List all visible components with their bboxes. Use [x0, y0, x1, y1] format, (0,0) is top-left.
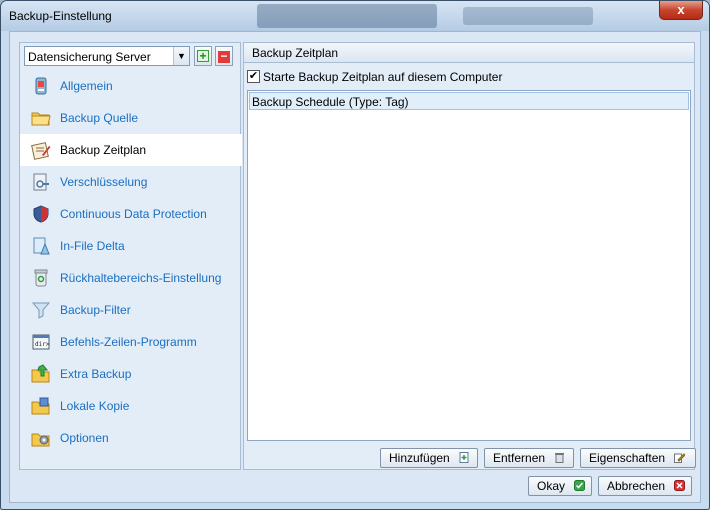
okay-button[interactable]: Okay: [528, 476, 592, 496]
nav-item-label: Optionen: [60, 431, 109, 445]
backup-set-selected-value: Datensicherung Server: [28, 50, 151, 64]
check-icon: [574, 480, 586, 491]
list-item-label: Backup Schedule (Type: Tag): [252, 95, 409, 109]
nav-item-backup-quelle[interactable]: Backup Quelle: [20, 102, 240, 134]
nav-item-label: Verschlüsselung: [60, 175, 148, 189]
nav-item-continuous-data-protection[interactable]: Continuous Data Protection: [20, 198, 240, 230]
nav-item-label: Backup Quelle: [60, 111, 139, 125]
delta-icon: [33, 237, 50, 255]
add-backup-set-button[interactable]: +: [194, 46, 212, 66]
command-line-icon: dir>: [32, 334, 50, 350]
backup-settings-window: Backup-Einstellung x Datensicherung Serv…: [0, 0, 710, 510]
general-icon: [35, 77, 47, 95]
remove-backup-set-button[interactable]: −: [215, 46, 233, 66]
local-copy-icon: [31, 397, 50, 415]
nav-item-verschluesselung[interactable]: Verschlüsselung: [20, 166, 240, 198]
svg-text:dir>: dir>: [35, 341, 50, 348]
panel-header: Backup Zeitplan: [244, 43, 694, 63]
nav-item-label: Befehls-Zeilen-Programm: [60, 335, 197, 349]
filter-icon: [31, 302, 51, 319]
plus-icon: +: [197, 50, 209, 62]
trash-icon: [555, 453, 565, 463]
nav-item-label: Backup Zeitplan: [60, 143, 147, 157]
nav-item-label: Continuous Data Protection: [60, 207, 207, 221]
minus-icon: −: [218, 50, 230, 63]
encryption-icon: [33, 173, 49, 191]
nav-item-lokale-kopie[interactable]: Lokale Kopie: [20, 390, 240, 422]
window-title: Backup-Einstellung: [9, 9, 112, 23]
nav-item-allgemein[interactable]: Allgemein: [20, 70, 240, 102]
enable-schedule-label: Starte Backup Zeitplan auf diesem Comput…: [263, 70, 503, 84]
nav-item-label: In-File Delta: [60, 239, 125, 253]
nav-item-label: Allgemein: [60, 79, 113, 93]
okay-label: Okay: [537, 479, 566, 493]
nav-item-optionen[interactable]: Optionen: [20, 422, 240, 454]
options-icon: [31, 433, 50, 447]
nav-item-rueckhaltebereichs-einstellung[interactable]: Rückhaltebereichs-Einstellung: [20, 262, 240, 294]
nav-item-befehls-zeilen-programm[interactable]: dir> Befehls-Zeilen-Programm: [20, 326, 240, 358]
remove-schedule-button[interactable]: Entfernen: [484, 448, 574, 468]
nav-item-extra-backup[interactable]: Extra Backup: [20, 358, 240, 390]
backup-set-select[interactable]: Datensicherung Server ▼: [24, 46, 190, 66]
nav-item-label: Lokale Kopie: [60, 399, 130, 413]
settings-nav-list: Allgemein Backup Quelle Backup Zeitplan …: [20, 70, 242, 454]
chevron-down-icon[interactable]: ▼: [173, 47, 189, 65]
properties-button[interactable]: Eigenschaften: [580, 448, 696, 468]
nav-item-backup-filter[interactable]: Backup-Filter: [20, 294, 240, 326]
settings-navigation-panel: Datensicherung Server ▼ + − Allgemein Ba…: [19, 42, 242, 470]
close-button[interactable]: x: [659, 1, 703, 20]
enable-schedule-checkbox[interactable]: ✔: [247, 70, 260, 83]
list-item[interactable]: Backup Schedule (Type: Tag): [249, 92, 689, 110]
panel-title: Backup Zeitplan: [252, 46, 339, 60]
cancel-button[interactable]: Abbrechen: [598, 476, 692, 496]
shield-icon: [33, 205, 49, 223]
nav-item-backup-zeitplan[interactable]: Backup Zeitplan: [20, 134, 242, 166]
schedule-list[interactable]: Backup Schedule (Type: Tag): [247, 90, 691, 441]
title-bar[interactable]: Backup-Einstellung x: [1, 1, 709, 31]
edit-icon: [674, 453, 686, 463]
folder-icon: [31, 112, 51, 126]
background-window-ghost: [257, 4, 437, 28]
recycle-bin-icon: [34, 269, 48, 287]
add-schedule-label: Hinzufügen: [389, 451, 450, 465]
dialog-client-area: Datensicherung Server ▼ + − Allgemein Ba…: [9, 31, 701, 503]
add-schedule-button[interactable]: Hinzufügen: [380, 448, 478, 468]
nav-item-label: Backup-Filter: [60, 303, 131, 317]
nav-item-label: Rückhaltebereichs-Einstellung: [60, 271, 222, 285]
extra-backup-icon: [31, 364, 50, 383]
schedule-settings-panel: Backup Zeitplan ✔ Starte Backup Zeitplan…: [243, 42, 696, 470]
nav-item-label: Extra Backup: [60, 367, 132, 381]
background-window-ghost: [463, 7, 593, 25]
remove-schedule-label: Entfernen: [493, 451, 546, 465]
schedule-icon: [31, 142, 51, 160]
close-icon: x: [677, 2, 685, 17]
add-document-icon: [459, 452, 469, 463]
cross-icon: [674, 480, 686, 491]
nav-item-in-file-delta[interactable]: In-File Delta: [20, 230, 240, 262]
cancel-label: Abbrechen: [607, 479, 666, 493]
properties-label: Eigenschaften: [589, 451, 666, 465]
